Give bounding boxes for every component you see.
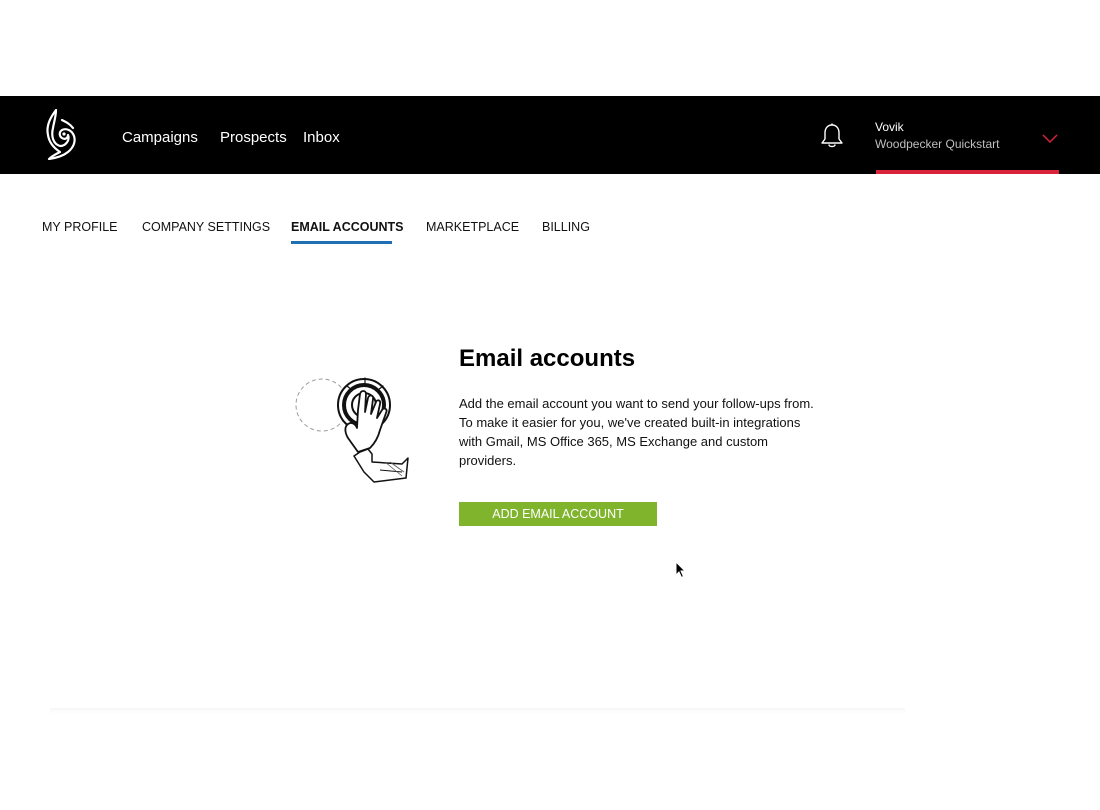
add-email-account-button[interactable]: ADD EMAIL ACCOUNT [459, 502, 657, 526]
mouse-cursor-icon [675, 561, 687, 579]
footer-divider [50, 708, 905, 714]
page-title: Email accounts [459, 345, 636, 372]
bell-icon[interactable] [820, 123, 844, 149]
woodpecker-logo-icon[interactable] [40, 108, 78, 160]
tab-billing[interactable]: BILLING [542, 220, 590, 235]
page: Campaigns Prospects Inbox Vovik Woodpeck… [0, 0, 1100, 810]
hand-pressing-button-icon [295, 377, 409, 483]
chevron-down-icon[interactable] [1042, 134, 1058, 144]
tab-email-accounts[interactable]: EMAIL ACCOUNTS [291, 220, 404, 235]
user-menu-underline [876, 170, 1059, 174]
tab-company-settings[interactable]: COMPANY SETTINGS [142, 220, 270, 235]
nav-prospects[interactable]: Prospects [220, 129, 287, 147]
tab-marketplace[interactable]: MARKETPLACE [426, 220, 519, 235]
nav-campaigns[interactable]: Campaigns [122, 129, 198, 147]
page-description: Add the email account you want to send y… [459, 396, 814, 468]
user-workspace: Woodpecker Quickstart [875, 137, 1000, 151]
tab-my-profile[interactable]: MY PROFILE [42, 220, 117, 235]
user-menu[interactable]: Vovik Woodpecker Quickstart [875, 120, 1000, 151]
nav-inbox[interactable]: Inbox [303, 129, 340, 147]
user-name: Vovik [875, 120, 904, 134]
top-navigation-bar: Campaigns Prospects Inbox Vovik Woodpeck… [0, 96, 1100, 174]
active-tab-underline [291, 241, 392, 244]
